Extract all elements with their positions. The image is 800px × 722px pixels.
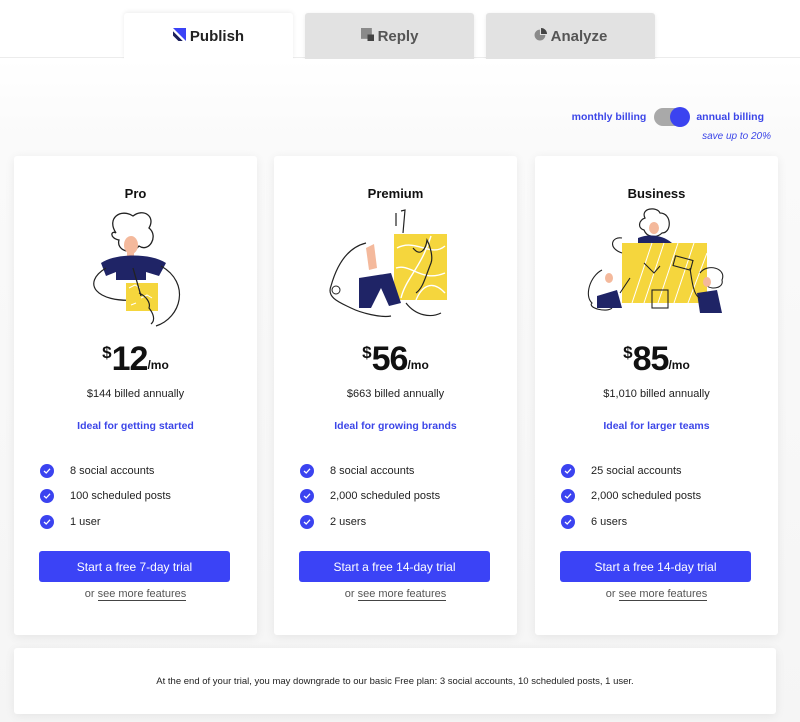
- tab-label: Analyze: [550, 27, 608, 45]
- check-icon: [561, 489, 575, 504]
- start-trial-button[interactable]: Start a free 14-day trial: [560, 551, 751, 582]
- feature-item: 2 users: [300, 509, 440, 535]
- start-trial-button[interactable]: Start a free 14-day trial: [299, 551, 490, 582]
- plan-tagline: Ideal for growing brands: [334, 420, 457, 432]
- feature-item: 6 users: [561, 509, 701, 535]
- feature-item: 2,000 scheduled posts: [300, 484, 440, 510]
- feature-text: 2,000 scheduled posts: [591, 490, 702, 503]
- annual-billing-label[interactable]: annual billing: [696, 111, 764, 123]
- check-icon: [300, 514, 314, 529]
- person-at-board-illustration: [328, 209, 447, 318]
- feature-item: 25 social accounts: [561, 458, 701, 484]
- price: $ 85 /mo: [535, 341, 778, 377]
- feature-item: 8 social accounts: [40, 458, 171, 484]
- person-writing-illustration: [92, 212, 180, 327]
- see-more-row: or see more features: [14, 588, 257, 601]
- tab-publish[interactable]: Publish: [124, 13, 293, 59]
- start-trial-button[interactable]: Start a free 7-day trial: [39, 551, 230, 582]
- see-more-row: or see more features: [274, 588, 517, 601]
- reply-icon: [360, 27, 374, 45]
- check-icon: [40, 463, 54, 478]
- feature-text: 8 social accounts: [330, 464, 415, 477]
- check-icon: [561, 463, 575, 478]
- tab-label: Publish: [189, 27, 245, 45]
- feature-text: 25 social accounts: [591, 464, 682, 477]
- feature-text: 6 users: [591, 515, 628, 528]
- billing-toggle[interactable]: [654, 107, 691, 127]
- tab-analyze[interactable]: Analyze: [486, 13, 655, 59]
- feature-list: 8 social accounts 100 scheduled posts 1 …: [40, 458, 171, 535]
- or-text: or: [605, 588, 616, 600]
- publish-icon: [172, 27, 186, 45]
- plan-card-pro: Pro $ 12 /mo $144 billed annually Ideal …: [14, 156, 257, 635]
- analyze-icon: [534, 27, 547, 45]
- or-text: or: [84, 588, 95, 600]
- top-bar: Publish Reply Analyze: [0, 0, 800, 59]
- see-more-features-link[interactable]: see more features: [618, 588, 708, 601]
- price-period: /mo: [147, 358, 169, 372]
- feature-text: 100 scheduled posts: [70, 490, 171, 503]
- plan-name: Premium: [367, 186, 424, 201]
- feature-list: 8 social accounts 2,000 scheduled posts …: [300, 458, 440, 535]
- tab-reply[interactable]: Reply: [305, 13, 474, 59]
- feature-list: 25 social accounts 2,000 scheduled posts…: [561, 458, 701, 535]
- save-note: save up to 20%: [702, 131, 771, 142]
- free-plan-note: At the end of your trial, you may downgr…: [14, 648, 776, 714]
- check-icon: [561, 514, 575, 529]
- plan-name: Business: [627, 186, 686, 201]
- price: $ 12 /mo: [14, 341, 257, 377]
- price-period: /mo: [668, 358, 690, 372]
- price-amount: 56: [371, 340, 409, 378]
- free-plan-note-text: At the end of your trial, you may downgr…: [156, 675, 634, 687]
- see-more-features-link[interactable]: see more features: [357, 588, 447, 601]
- billed-annually: $1,010 billed annually: [603, 388, 710, 400]
- or-text: or: [344, 588, 355, 600]
- billed-annually: $144 billed annually: [86, 388, 185, 400]
- feature-text: 2 users: [330, 515, 367, 528]
- billed-annually: $663 billed annually: [346, 388, 445, 400]
- check-icon: [300, 463, 314, 478]
- price-currency: $: [623, 343, 633, 362]
- team-collaborating-illustration: [587, 208, 723, 313]
- feature-text: 2,000 scheduled posts: [330, 490, 441, 503]
- plan-name: Pro: [124, 186, 147, 201]
- product-tabs: Publish Reply Analyze: [124, 13, 655, 59]
- price-currency: $: [362, 343, 372, 362]
- toggle-knob: [670, 107, 691, 127]
- check-icon: [40, 514, 54, 529]
- feature-item: 1 user: [40, 509, 171, 535]
- plan-tagline: Ideal for getting started: [77, 420, 194, 432]
- price: $ 56 /mo: [274, 341, 517, 377]
- see-more-row: or see more features: [535, 588, 778, 601]
- feature-item: 8 social accounts: [300, 458, 440, 484]
- price-amount: 85: [632, 340, 670, 378]
- see-more-features-link[interactable]: see more features: [97, 588, 187, 601]
- tab-label: Reply: [377, 27, 419, 45]
- check-icon: [40, 489, 54, 504]
- price-currency: $: [102, 343, 112, 362]
- price-period: /mo: [407, 358, 429, 372]
- plan-tagline: Ideal for larger teams: [603, 420, 710, 432]
- price-amount: 12: [111, 340, 149, 378]
- feature-text: 1 user: [70, 515, 101, 528]
- plan-card-premium: Premium $ 56 /mo $663 billed annually Id…: [274, 156, 517, 635]
- check-icon: [300, 489, 314, 504]
- plan-card-business: Business $ 85 /mo $1,010 billed annually…: [535, 156, 778, 635]
- feature-item: 100 scheduled posts: [40, 484, 171, 510]
- billing-toggle-group: monthly billing annual billing: [572, 107, 764, 127]
- feature-item: 2,000 scheduled posts: [561, 484, 701, 510]
- feature-text: 8 social accounts: [70, 464, 155, 477]
- monthly-billing-label[interactable]: monthly billing: [572, 111, 647, 123]
